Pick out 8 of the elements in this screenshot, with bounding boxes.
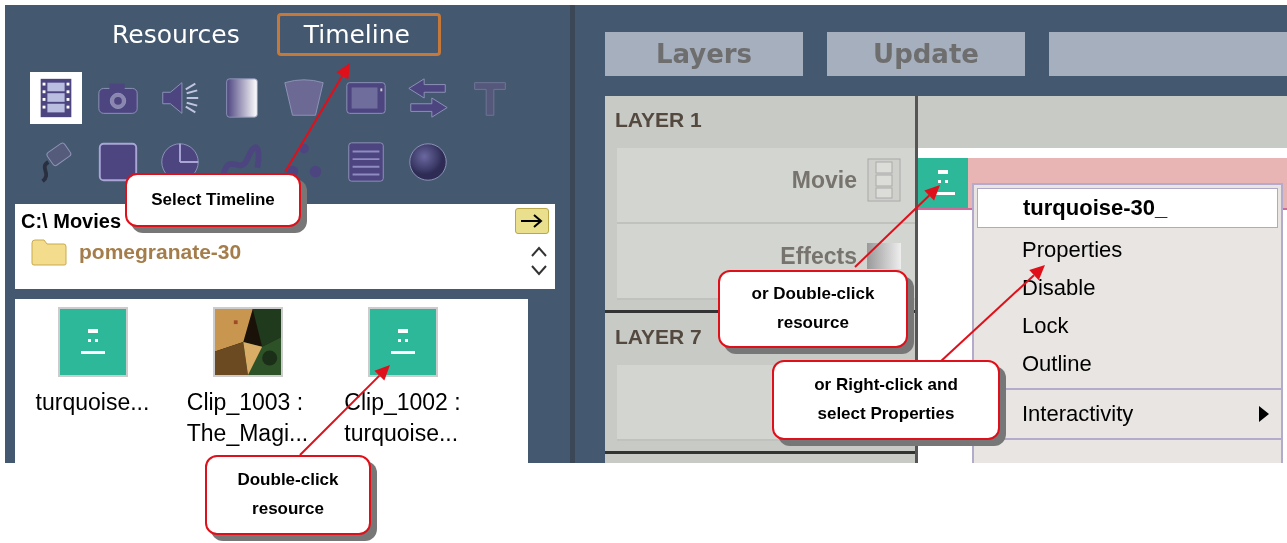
resource-label: turquoise... bbox=[35, 388, 150, 417]
layer-title: LAYER 1 bbox=[615, 108, 702, 133]
track-label: Movie bbox=[791, 166, 857, 194]
folder-path: C:\ Movies bbox=[21, 209, 122, 233]
layer-title: LAYER 7 bbox=[615, 325, 702, 350]
menu-title: turquoise-30_ bbox=[977, 188, 1278, 228]
track-label: Effects bbox=[780, 242, 857, 270]
resource-label: Clip_1003 : The_Magi... bbox=[186, 388, 309, 449]
